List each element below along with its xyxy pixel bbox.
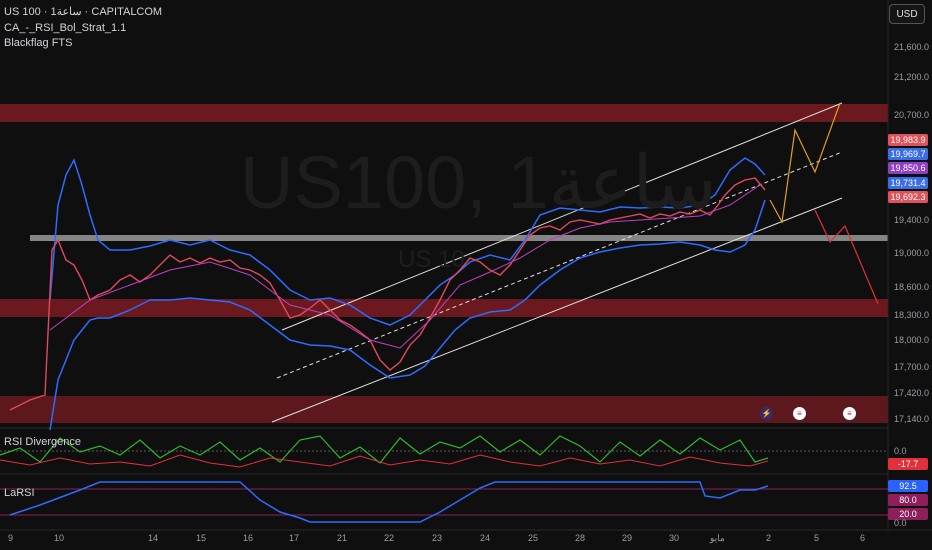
time-tick: 17 — [289, 533, 300, 543]
price-tick: 18,300.0 — [894, 310, 930, 320]
us-flag-event-icon[interactable]: ≡ — [843, 407, 856, 420]
time-tick: 9 — [8, 533, 14, 543]
us-flag-event-icon[interactable]: ≡ — [793, 407, 806, 420]
price-tag-bb-lower: 19,731.4 — [888, 177, 928, 189]
time-tick: 30 — [669, 533, 680, 543]
time-tick: 25 — [528, 533, 539, 543]
larsi-value-tag: 92.5 — [888, 480, 928, 492]
symbol-watermark: US100, 1ساعة — [240, 141, 717, 224]
symbol-title[interactable]: US 100 · 1ساعة · CAPITALCOM — [4, 5, 162, 18]
chart-canvas[interactable] — [0, 0, 932, 550]
price-tick: 17,140.0 — [894, 414, 930, 424]
larsi-80-tag: 80.0 — [888, 494, 928, 506]
price-tag-bb-upper: 19,969.7 — [888, 148, 928, 160]
projection-down — [814, 209, 879, 305]
time-tick: 5 — [814, 533, 820, 543]
price-tag-last: 19,692.3 — [888, 191, 928, 203]
rsi-value-tag: -17.7 — [888, 458, 928, 470]
time-tick: 14 — [148, 533, 159, 543]
price-tick: 19,000.0 — [894, 248, 930, 258]
time-tick: 21 — [337, 533, 348, 543]
rsi-pane-title[interactable]: RSI Divergence — [4, 436, 81, 448]
larsi-axis-zero: 0.0 — [894, 518, 907, 528]
time-tick: مايو — [710, 533, 725, 543]
lightning-icon[interactable]: ⚡ — [760, 407, 773, 420]
time-tick: 23 — [432, 533, 443, 543]
price-tick: 18,000.0 — [894, 335, 930, 345]
price-tick: 20,700.0 — [894, 110, 930, 120]
price-tick: 19,400.0 — [894, 215, 930, 225]
time-tick: 22 — [384, 533, 395, 543]
time-tick: 29 — [622, 533, 633, 543]
rsi-bear-line — [0, 454, 769, 468]
indicator-label-rsi-bol[interactable]: CA_-_RSI_Bol_Strat_1.1 — [4, 22, 126, 34]
price-tag-ma: 19,850.6 — [888, 162, 928, 174]
zone-top — [0, 104, 888, 122]
symbol-watermark-sub: US 10 — [398, 246, 465, 273]
price-tick: 21,600.0 — [894, 42, 930, 52]
larsi-line — [9, 481, 769, 523]
time-tick: 28 — [575, 533, 586, 543]
larsi-pane-title[interactable]: LaRSI — [4, 487, 35, 499]
price-tick: 21,200.0 — [894, 72, 930, 82]
time-tick: 6 — [860, 533, 866, 543]
time-tick: 15 — [196, 533, 207, 543]
price-tag-high: 19,983.9 — [888, 134, 928, 146]
price-tick: 17,700.0 — [894, 362, 930, 372]
price-tick: 17,420.0 — [894, 388, 930, 398]
indicator-label-blackflag[interactable]: Blackflag FTS — [4, 37, 72, 49]
price-tick: 18,600.0 — [894, 282, 930, 292]
rsi-line — [0, 435, 769, 464]
time-tick: 16 — [243, 533, 254, 543]
rsi-axis-zero: 0.0 — [894, 446, 907, 456]
currency-button[interactable]: USD — [889, 4, 925, 24]
time-tick: 2 — [766, 533, 772, 543]
time-tick: 24 — [480, 533, 491, 543]
zone-bottom — [0, 396, 888, 423]
time-tick: 10 — [54, 533, 65, 543]
support-resistance-line[interactable] — [30, 235, 888, 241]
